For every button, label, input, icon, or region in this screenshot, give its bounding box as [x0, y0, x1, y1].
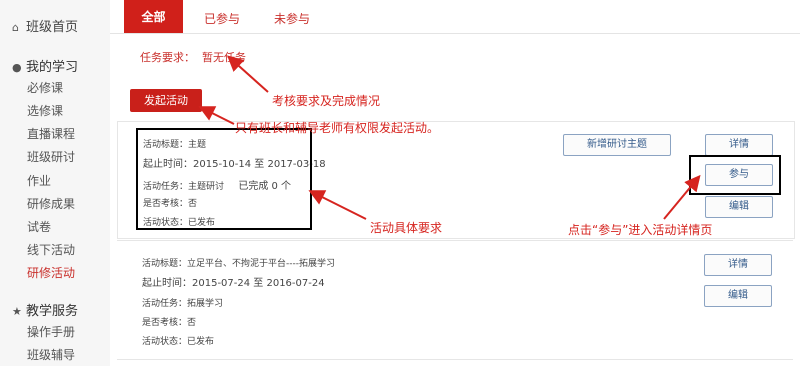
arrow-launch	[198, 106, 235, 125]
annotation-arrows	[198, 55, 701, 220]
arrow-join	[663, 174, 701, 220]
arrow-specifics	[308, 190, 367, 220]
arrow-requirement	[227, 55, 269, 93]
